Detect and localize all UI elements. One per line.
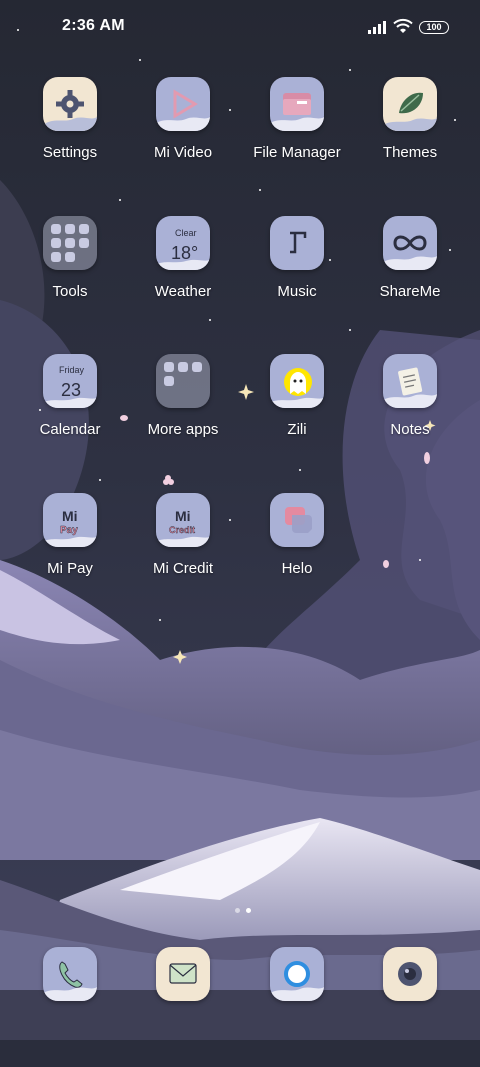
folder-icon	[43, 216, 97, 270]
app-label: Music	[277, 283, 317, 300]
battery-icon: 100	[419, 21, 449, 34]
folder-icon	[270, 77, 324, 131]
app-label: Notes	[390, 421, 430, 438]
phone-icon	[43, 947, 97, 1001]
app-helo[interactable]: Helo	[242, 493, 352, 613]
app-label: Helo	[281, 560, 313, 577]
folder-icon	[156, 354, 210, 408]
calendar-date: 23	[61, 380, 81, 400]
calendar-day: Friday	[59, 365, 85, 375]
mi-logo-icon: Mi Credit	[156, 493, 210, 547]
leaf-icon	[383, 77, 437, 131]
app-mi-pay[interactable]: Mi Pay Mi Pay	[15, 493, 125, 613]
mi-credit-badge: Credit	[169, 525, 195, 535]
dock-camera[interactable]	[355, 947, 465, 1067]
page-dot[interactable]	[235, 908, 240, 913]
browser-icon	[270, 947, 324, 1001]
app-file-manager[interactable]: File Manager	[242, 77, 352, 197]
envelope-icon	[156, 947, 210, 1001]
mi-logo-text: Mi	[175, 508, 191, 524]
app-label: Mi Pay	[47, 560, 93, 577]
app-label: Weather	[154, 283, 212, 300]
app-label: Mi Credit	[152, 560, 213, 577]
music-icon	[270, 216, 324, 270]
mi-logo-text: Mi	[62, 508, 78, 524]
app-label: ShareMe	[379, 283, 441, 300]
app-label: Mi Video	[153, 144, 213, 161]
wifi-icon	[393, 18, 413, 33]
ghost-icon	[270, 354, 324, 408]
status-time: 2:36 AM	[62, 17, 125, 34]
weather-condition: Clear	[175, 228, 197, 238]
mi-logo-icon: Mi Pay	[43, 493, 97, 547]
dock-browser[interactable]	[242, 947, 352, 1067]
chat-bubble-icon	[270, 493, 324, 547]
page-dot-active[interactable]	[246, 908, 251, 913]
app-label: Tools	[52, 283, 88, 300]
gear-icon	[43, 77, 97, 131]
play-icon	[156, 77, 210, 131]
app-label: More apps	[147, 421, 219, 438]
app-music[interactable]: Music	[242, 216, 352, 336]
weather-icon: Clear 18°	[156, 216, 210, 270]
page-indicator[interactable]	[232, 900, 254, 918]
app-label: Calendar	[39, 421, 101, 438]
camera-icon	[383, 947, 437, 1001]
dock-messages[interactable]	[128, 947, 238, 1067]
app-zili[interactable]: Zili	[242, 354, 352, 474]
signal-icon	[368, 21, 386, 34]
app-settings[interactable]: Settings	[15, 77, 125, 197]
note-icon	[383, 354, 437, 408]
calendar-icon: Friday 23	[43, 354, 97, 408]
app-mi-video[interactable]: Mi Video	[128, 77, 238, 197]
app-label: Themes	[382, 144, 438, 161]
app-notes[interactable]: Notes	[355, 354, 465, 474]
app-label: Zili	[287, 421, 307, 438]
app-tools-folder[interactable]: Tools	[15, 216, 125, 336]
infinity-icon	[383, 216, 437, 270]
app-themes[interactable]: Themes	[355, 77, 465, 197]
app-label: Settings	[42, 144, 98, 161]
app-calendar[interactable]: Friday 23 Calendar	[15, 354, 125, 474]
app-more-apps-folder[interactable]: More apps	[128, 354, 238, 474]
dock-phone[interactable]	[15, 947, 125, 1067]
app-mi-credit[interactable]: Mi Credit Mi Credit	[128, 493, 238, 613]
status-bar: 2:36 AM 100	[0, 0, 480, 56]
app-label: File Manager	[253, 144, 341, 161]
mi-pay-badge: Pay	[60, 525, 78, 536]
battery-level: 100	[426, 22, 442, 32]
app-weather[interactable]: Clear 18° Weather	[128, 216, 238, 336]
app-shareme[interactable]: ShareMe	[355, 216, 465, 336]
